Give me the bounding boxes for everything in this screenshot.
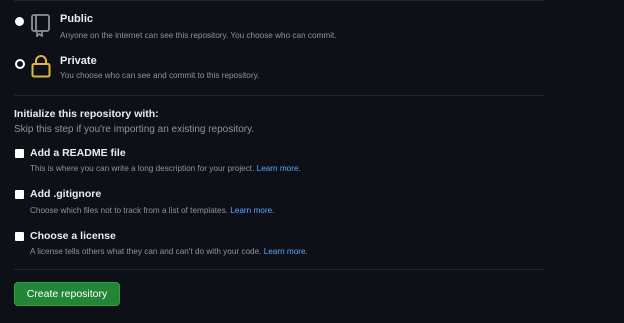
license-checkbox[interactable] [15, 232, 24, 241]
gitignore-description-text: Choose which files not to track from a l… [30, 206, 228, 215]
lock-icon [31, 55, 51, 78]
license-description: A license tells others what they can and… [30, 247, 308, 256]
readme-description: This is where you can write a long descr… [30, 164, 301, 173]
public-description: Anyone on the internet can see this repo… [60, 31, 337, 40]
private-title: Private [60, 55, 97, 67]
gitignore-learn-more-link[interactable]: Learn more. [230, 206, 274, 215]
repo-icon [31, 14, 50, 37]
readme-description-text: This is where you can write a long descr… [30, 164, 255, 173]
create-repository-button[interactable]: Create repository [14, 282, 120, 306]
gitignore-label[interactable]: Add .gitignore [30, 188, 101, 200]
private-description: You choose who can see and commit to thi… [60, 71, 260, 80]
visibility-divider [14, 95, 545, 96]
initialize-subtext: Skip this step if you're importing an ex… [14, 124, 255, 135]
readme-learn-more-link[interactable]: Learn more. [257, 164, 301, 173]
gitignore-checkbox[interactable] [15, 190, 24, 199]
actions-divider [14, 269, 545, 270]
license-description-text: A license tells others what they can and… [30, 247, 262, 256]
gitignore-description: Choose which files not to track from a l… [30, 206, 274, 215]
public-radio[interactable] [15, 17, 24, 26]
top-divider [14, 0, 545, 1]
readme-label[interactable]: Add a README file [30, 147, 126, 159]
private-radio[interactable] [15, 59, 25, 69]
license-learn-more-link[interactable]: Learn more. [264, 247, 308, 256]
initialize-heading: Initialize this repository with: [14, 108, 159, 120]
readme-checkbox[interactable] [15, 149, 24, 158]
license-label[interactable]: Choose a license [30, 230, 116, 242]
public-title: Public [60, 13, 94, 25]
